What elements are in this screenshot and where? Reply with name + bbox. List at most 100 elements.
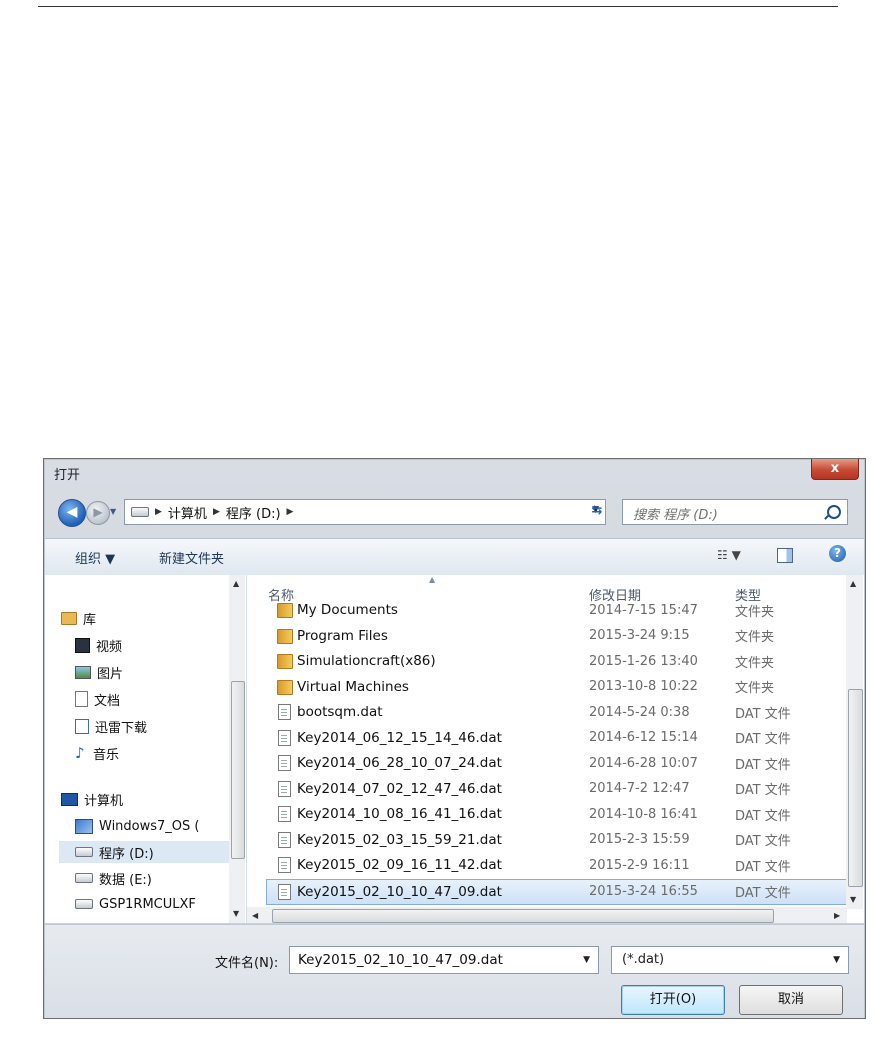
library-icon <box>61 611 77 625</box>
new-folder-button[interactable]: 新建文件夹 <box>159 548 224 567</box>
back-arrow-icon[interactable]: ◀ <box>58 499 86 527</box>
file-icon <box>278 883 291 900</box>
history-dropdown-icon[interactable]: ▼ <box>110 507 116 516</box>
nav-item-documents[interactable]: 文档 <box>75 688 120 710</box>
file-row[interactable]: Virtual Machines 2013-10-8 10:22 文件夹 <box>267 675 827 699</box>
file-row[interactable]: Program Files 2015-3-24 9:15 文件夹 <box>267 624 827 648</box>
nav-item-drive-d[interactable]: 程序 (D:) <box>59 841 229 863</box>
file-type: DAT 文件 <box>735 859 791 875</box>
search-icon[interactable] <box>827 505 841 519</box>
view-options-button[interactable]: ☷ ▼ <box>717 548 741 562</box>
chevron-right-icon[interactable]: ▶ <box>213 507 220 517</box>
filename-dropdown-icon[interactable]: ▼ <box>583 955 590 965</box>
nav-item-library[interactable]: 库 <box>61 607 96 629</box>
nav-item-label: 迅雷下载 <box>95 720 148 736</box>
file-row[interactable]: bootsqm.dat 2014-5-24 0:38 DAT 文件 <box>267 700 827 724</box>
file-scroll-thumb[interactable] <box>848 689 863 887</box>
music-icon: ♪ <box>75 744 85 762</box>
file-icon <box>278 704 291 720</box>
file-row[interactable]: Simulationcraft(x86) 2015-1-26 13:40 文件夹 <box>267 649 827 673</box>
title-bar[interactable]: 打开 x <box>44 459 865 483</box>
file-row[interactable]: Key2014_06_12_15_14_46.dat 2014-6-12 15:1… <box>267 726 827 750</box>
nav-item-windows7-os[interactable]: Windows7_OS ( <box>75 815 200 837</box>
file-date: 2015-3-24 9:15 <box>589 628 690 643</box>
chevron-right-icon[interactable]: ▶ <box>287 507 294 517</box>
drive-icon <box>131 507 149 517</box>
file-icon <box>278 780 291 797</box>
nav-item-label: 音乐 <box>93 747 120 763</box>
drive-icon <box>75 899 93 909</box>
toolbar: 组织 ▼ 新建文件夹 ☷ ▼ ? <box>45 538 864 576</box>
scroll-down-icon[interactable]: ▼ <box>850 895 856 904</box>
file-row[interactable]: Key2015_02_10_10_47_09.dat 2015-3-24 16:5… <box>266 878 848 905</box>
file-date: 2014-7-2 12:47 <box>589 781 690 796</box>
file-row[interactable]: Key2015_02_09_16_11_42.dat 2015-2-9 16:11… <box>267 853 827 877</box>
pictures-icon <box>75 665 91 679</box>
cancel-button[interactable]: 取消 <box>739 985 843 1015</box>
breadcrumb-drive-d[interactable]: 程序 (D:) <box>226 503 281 522</box>
breadcrumb-computer[interactable]: 计算机 <box>168 503 207 522</box>
nav-scroll-thumb[interactable] <box>231 681 245 859</box>
scroll-up-icon[interactable]: ▲ <box>850 579 856 588</box>
file-date: 2014-6-28 10:07 <box>589 755 698 771</box>
file-row[interactable]: My Documents 2014-7-15 15:47 文件夹 <box>267 598 827 622</box>
file-row[interactable]: Key2014_10_08_16_41_16.dat 2014-10-8 16:4… <box>267 802 827 826</box>
file-type: DAT 文件 <box>735 706 791 722</box>
nav-item-label: 计算机 <box>84 793 124 809</box>
nav-item-label: Windows7_OS ( <box>99 818 200 834</box>
nav-item-music[interactable]: ♪ 音乐 <box>75 742 119 764</box>
nav-item-drive-e[interactable]: 数据 (E:) <box>75 867 152 889</box>
nav-item-label: 文档 <box>94 693 121 709</box>
filename-value: Key2015_02_10_10_47_09.dat <box>298 952 503 968</box>
folder-icon <box>277 603 293 618</box>
scroll-down-icon[interactable]: ▼ <box>233 909 239 918</box>
file-type: DAT 文件 <box>735 886 791 901</box>
nav-item-video[interactable]: 视频 <box>75 634 122 656</box>
scroll-up-icon[interactable]: ▲ <box>233 579 239 588</box>
refresh-icon[interactable]: ⇆ <box>585 500 609 522</box>
scroll-right-icon[interactable]: ▶ <box>834 911 840 920</box>
folder-icon <box>277 679 293 695</box>
drive-icon <box>75 847 93 857</box>
nav-item-downloads[interactable]: 迅雷下载 <box>75 715 147 737</box>
scroll-left-icon[interactable]: ◀ <box>252 911 258 920</box>
file-icon <box>278 806 291 822</box>
file-name: Key2015_02_09_16_11_42.dat <box>297 857 502 873</box>
address-bar[interactable]: ▶ 计算机 ▶ 程序 (D:) ▶ ▼ <box>124 499 606 525</box>
preview-pane-icon[interactable] <box>777 548 793 563</box>
file-date: 2014-5-24 0:38 <box>589 704 690 720</box>
dialog-footer: 文件名(N): Key2015_02_10_10_47_09.dat ▼ (*.… <box>45 924 864 1018</box>
chevron-right-icon[interactable]: ▶ <box>155 507 162 517</box>
os-drive-icon <box>75 818 93 834</box>
nav-item-pictures[interactable]: 图片 <box>75 661 123 683</box>
horizontal-scroll-thumb[interactable] <box>272 909 774 923</box>
search-input[interactable]: 搜索 程序 (D:) <box>622 499 848 525</box>
close-button[interactable]: x <box>811 459 859 480</box>
file-type: DAT 文件 <box>735 732 791 747</box>
dialog-title: 打开 <box>54 468 81 483</box>
nav-item-label: 图片 <box>97 666 124 682</box>
page-top-rule <box>38 6 838 7</box>
file-type-filter[interactable]: (*.dat) ▼ <box>611 946 849 974</box>
file-row[interactable]: Key2014_07_02_12_47_46.dat 2014-7-2 12:47… <box>267 777 827 801</box>
help-icon[interactable]: ? <box>829 545 846 562</box>
file-date: 2015-3-24 16:55 <box>589 884 698 899</box>
documents-icon <box>75 691 88 707</box>
file-name: Key2015_02_03_15_59_21.dat <box>297 831 502 848</box>
file-date: 2015-1-26 13:40 <box>589 653 698 669</box>
file-name: Key2014_06_28_10_07_24.dat <box>297 755 502 771</box>
forward-arrow-icon[interactable]: ▶ <box>86 501 110 525</box>
filename-input[interactable]: Key2015_02_10_10_47_09.dat ▼ <box>289 946 599 974</box>
nav-item-gsp-drive[interactable]: GSP1RMCULXF <box>75 893 196 915</box>
file-row[interactable]: Key2015_02_03_15_59_21.dat 2015-2-3 15:59… <box>267 828 827 852</box>
file-icon <box>278 729 291 746</box>
file-row[interactable]: Key2014_06_28_10_07_24.dat 2014-6-28 10:0… <box>267 751 827 775</box>
nav-item-computer[interactable]: 计算机 <box>61 788 123 810</box>
organize-button[interactable]: 组织 ▼ <box>75 548 115 567</box>
open-button[interactable]: 打开(O) <box>621 985 725 1015</box>
nav-item-label: 数据 (E:) <box>99 872 152 888</box>
file-name: Key2014_10_08_16_41_16.dat <box>297 806 502 822</box>
filter-dropdown-icon[interactable]: ▼ <box>833 955 840 965</box>
filter-value: (*.dat) <box>622 952 665 967</box>
file-date: 2015-2-3 15:59 <box>589 832 690 847</box>
